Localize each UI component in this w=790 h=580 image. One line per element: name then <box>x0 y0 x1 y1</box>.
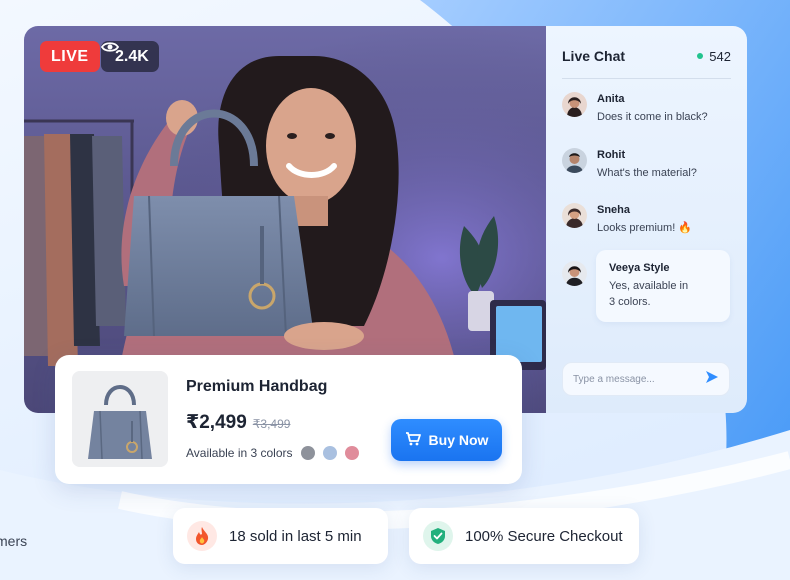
message-text-line: 3 colors. <box>609 296 651 308</box>
avatar <box>562 261 587 286</box>
partial-badge-text: mers <box>0 533 28 549</box>
sold-count-badge: 18 sold in last 5 min <box>173 508 388 564</box>
viewer-count-badge: 2.4K <box>101 41 159 72</box>
secure-checkout-text: 100% Secure Checkout <box>465 527 623 545</box>
chat-header: Live Chat 542 <box>562 46 731 66</box>
buy-now-button[interactable]: Buy Now <box>391 419 502 461</box>
viewer-count: 2.4K <box>115 48 149 65</box>
chat-input-box <box>562 362 730 396</box>
product-price: ₹2,499 ₹3,499 <box>186 411 290 434</box>
product-image[interactable] <box>72 371 168 467</box>
fire-icon <box>187 521 217 551</box>
color-availability: Available in 3 colors <box>186 446 359 460</box>
current-price: ₹2,499 <box>186 412 247 433</box>
message-author: Veeya Style <box>609 262 670 274</box>
message-text: What's the material? <box>597 167 697 179</box>
message-text: Does it come in black? <box>597 111 708 123</box>
product-card: Premium Handbag ₹2,499 ₹3,499 Available … <box>55 355 522 484</box>
cart-icon <box>405 431 421 449</box>
online-count: 542 <box>697 49 731 64</box>
color-swatch-grey[interactable] <box>300 446 315 460</box>
avatar <box>562 203 587 228</box>
message-author: Sneha <box>597 204 631 216</box>
live-badge: LIVE <box>40 41 100 72</box>
chat-message: Anita Does it come in black? <box>562 92 708 125</box>
color-swatch-blue[interactable] <box>322 446 337 460</box>
online-dot-icon <box>697 53 704 59</box>
message-text: Looks premium! 🔥 <box>597 222 693 234</box>
color-swatch-pink[interactable] <box>344 446 359 460</box>
message-text-line: Yes, available in <box>609 280 689 292</box>
availability-text: Available in 3 colors <box>186 446 293 460</box>
message-author: Anita <box>597 93 625 105</box>
avatar <box>562 148 587 173</box>
send-icon[interactable] <box>705 370 719 389</box>
chat-message-host: Veeya Style Yes, available in 3 colors. <box>562 261 688 310</box>
secure-checkout-badge: 100% Secure Checkout <box>409 508 639 564</box>
chat-message: Sneha Looks premium! 🔥 <box>562 203 692 236</box>
live-chat-panel: Live Chat 542 Anita Does it come in blac… <box>546 26 747 413</box>
chat-message: Rohit What's the material? <box>562 148 697 181</box>
chat-title: Live Chat <box>562 48 626 64</box>
original-price: ₹3,499 <box>252 417 291 431</box>
online-count-value: 542 <box>709 48 731 64</box>
buy-now-label: Buy Now <box>428 432 489 448</box>
chat-divider <box>562 78 731 79</box>
message-author: Rohit <box>597 149 626 161</box>
message-input[interactable] <box>573 373 701 385</box>
sold-count-text: 18 sold in last 5 min <box>229 527 362 545</box>
shield-check-icon <box>423 521 453 551</box>
product-name: Premium Handbag <box>186 378 328 395</box>
avatar <box>562 92 587 117</box>
